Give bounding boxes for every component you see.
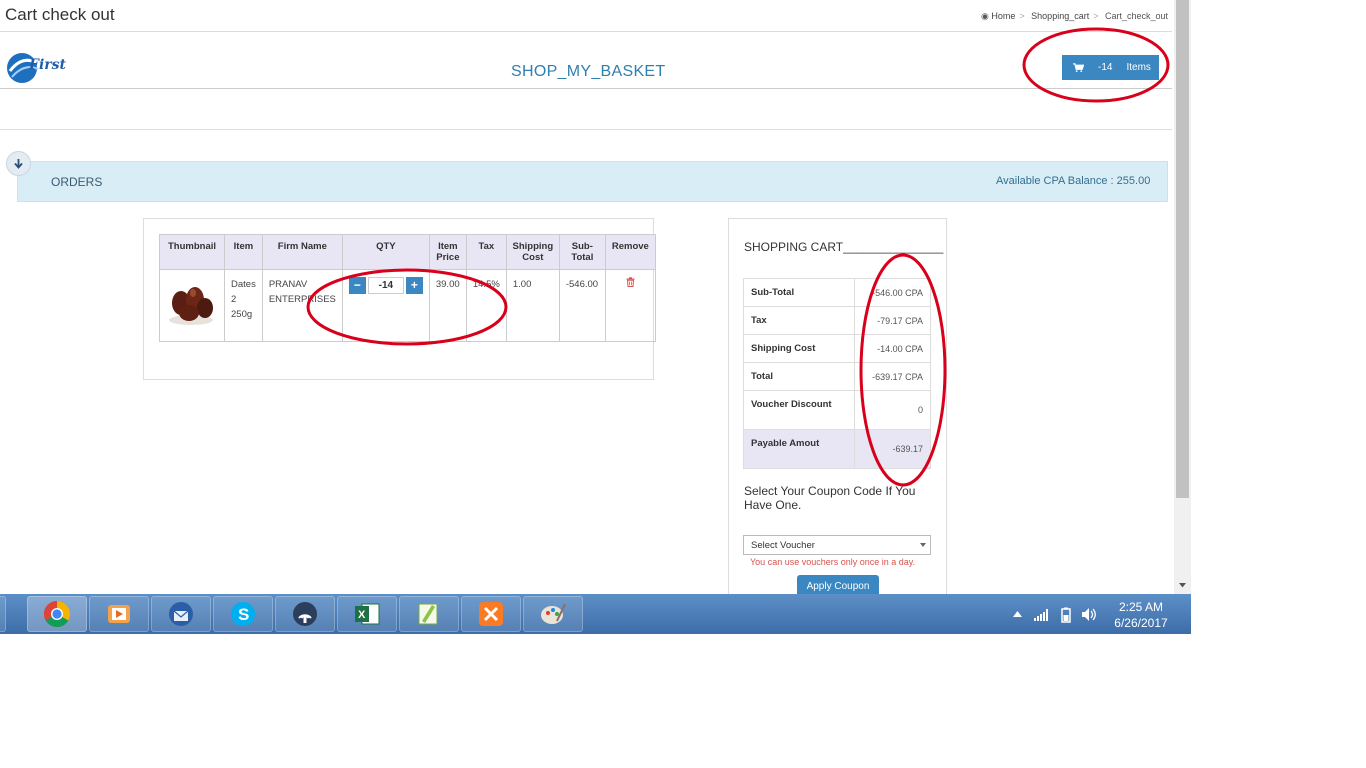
- show-hidden-icons-icon[interactable]: [1013, 611, 1022, 617]
- notepad-plus-icon[interactable]: [399, 596, 459, 632]
- excel-icon[interactable]: X: [337, 596, 397, 632]
- xampp-icon[interactable]: [461, 596, 521, 632]
- volume-icon[interactable]: [1081, 607, 1098, 622]
- svg-text:S: S: [238, 605, 249, 624]
- clock-time: 2:25 AM: [1118, 600, 1164, 614]
- skype-icon[interactable]: S: [213, 596, 273, 632]
- file-explorer-icon[interactable]: [0, 596, 6, 632]
- thunderbird-icon[interactable]: [151, 596, 211, 632]
- annotation-ellipse: [859, 253, 947, 487]
- scroll-down-arrow[interactable]: [1174, 577, 1191, 594]
- signal-icon[interactable]: [1034, 609, 1050, 621]
- network-app-icon[interactable]: [275, 596, 335, 632]
- clock-date: 6/26/2017: [1114, 616, 1168, 630]
- svg-text:X: X: [358, 609, 366, 621]
- battery-icon[interactable]: [1058, 607, 1074, 623]
- chrome-icon[interactable]: [27, 596, 87, 632]
- paint-icon[interactable]: [523, 596, 583, 632]
- annotation-ellipse: [1022, 27, 1170, 103]
- media-player-icon[interactable]: [89, 596, 149, 632]
- scrollbar-thumb[interactable]: [1176, 0, 1189, 498]
- annotation-overlay: [306, 27, 1170, 487]
- annotation-ellipse: [306, 268, 508, 346]
- system-clock[interactable]: 2:25 AM 6/26/2017: [1109, 599, 1173, 631]
